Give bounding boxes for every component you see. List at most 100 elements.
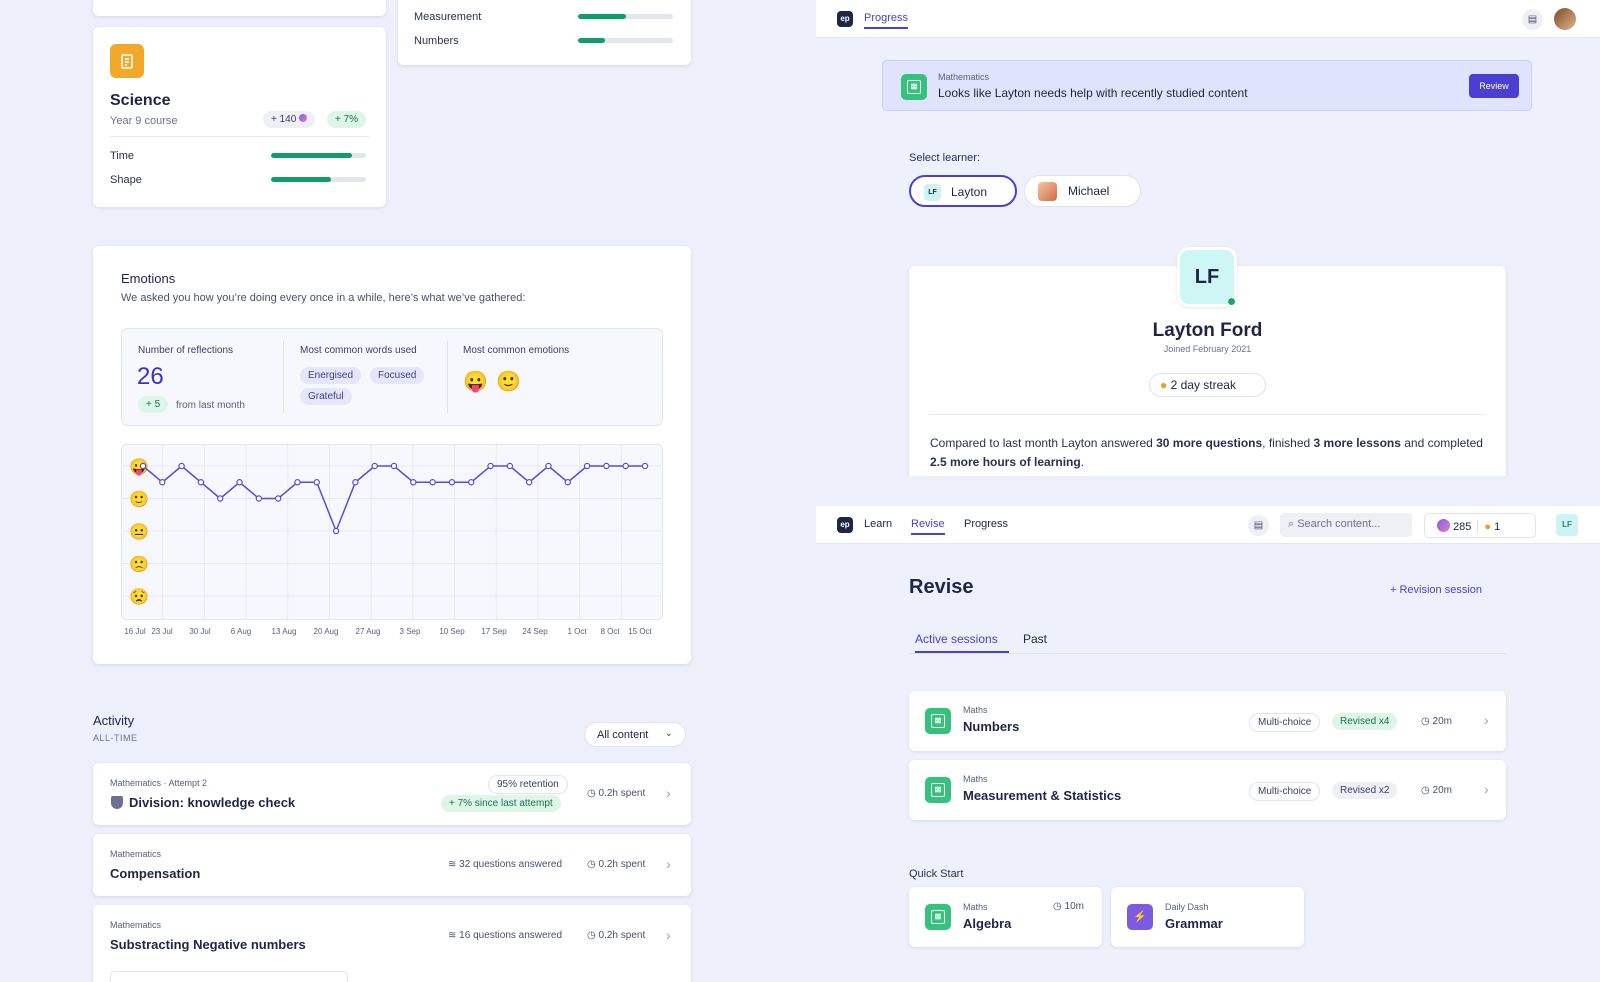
data-point — [525, 479, 533, 486]
previous-card-bottom — [93, 0, 386, 16]
activity-subject: Mathematics — [110, 920, 162, 930]
emotions-line-chart: 😛🙂😐🙁😟16 Jul 23 Jul 30 Jul 6 Aug 13 Aug 20 Aug… — [121, 444, 663, 636]
data-point — [506, 462, 514, 470]
x-tick-label: 16 Jul — [124, 627, 146, 636]
duration-text: 10m — [1064, 901, 1084, 912]
chevron-right-icon: › — [1484, 712, 1489, 728]
revision-session-row[interactable]: ⊠ Maths Measurement & Statistics Multi-c… — [909, 760, 1506, 820]
revise-screen: ep Learn Revise Progress ▤ ⌕ Search cont… — [816, 506, 1600, 982]
science-course-card[interactable]: Science Year 9 course + 140 + 7% Time Sh… — [93, 27, 386, 207]
points-badge: + 140 — [263, 111, 316, 128]
bar-label-shape: Shape — [110, 174, 142, 186]
chat-icon[interactable]: ▤ — [1248, 515, 1269, 536]
science-icon — [110, 44, 144, 78]
session-subject: Maths — [963, 705, 988, 715]
review-button[interactable]: Review — [1469, 74, 1519, 98]
summary-highlight: 3 more lessons — [1313, 436, 1401, 450]
activity-item[interactable]: Mathematics · Attempt 2 Division: knowle… — [93, 763, 691, 825]
clock-icon: ◷ — [587, 859, 599, 870]
summary-highlight: 2.5 more hours of learning — [930, 455, 1081, 469]
learner-name: Layton — [951, 185, 988, 199]
data-point — [352, 479, 359, 486]
top-nav: ep Learn Revise Progress ▤ ⌕ Search cont… — [816, 506, 1600, 544]
activity-item[interactable]: Mathematics Substracting Negative number… — [93, 905, 691, 982]
quick-start-card-algebra[interactable]: ⊠ Maths Algebra ◷ 10m — [909, 887, 1102, 947]
emotions-label: Most common emotions — [463, 345, 570, 356]
flame-icon: ● — [1160, 378, 1168, 392]
nav-progress[interactable]: Progress — [964, 518, 1008, 530]
data-point — [255, 495, 263, 502]
learner-chip-layton[interactable]: LF Layton — [909, 175, 1017, 207]
subject-progress-card[interactable]: Measurement Numbers — [398, 0, 691, 65]
chat-icon[interactable]: ▤ — [1522, 9, 1543, 30]
divider — [447, 341, 448, 413]
reflections-count: 26 — [137, 363, 164, 390]
app-logo-icon[interactable]: ep — [837, 517, 853, 533]
parent-progress-screen: ep Progress ▤ ⊠ Mathematics Looks like L… — [816, 0, 1600, 476]
session-title: Numbers — [963, 719, 1020, 734]
content-filter-dropdown[interactable]: All content ⌄ — [584, 722, 686, 747]
nav-progress[interactable]: Progress — [864, 12, 909, 29]
word-chip: Grateful — [300, 388, 352, 405]
x-tick-label: 10 Sep — [439, 627, 465, 636]
search-input[interactable]: ⌕ Search content... — [1280, 513, 1412, 537]
nested-card — [110, 971, 348, 982]
questions-text: 16 questions answered — [459, 930, 563, 941]
data-point — [583, 462, 591, 470]
revision-session-row[interactable]: ⊠ Maths Numbers Multi-choice Revised x4 … — [909, 691, 1506, 751]
data-point — [410, 479, 417, 486]
data-point — [159, 479, 166, 486]
learning-summary: Compared to last month Layton answered 3… — [930, 434, 1490, 472]
questions-answered: ≋ 16 questions answered — [448, 930, 562, 941]
duration-text: 20m — [1432, 785, 1452, 796]
quick-start-card-grammar[interactable]: ⚡ Daily Dash Grammar — [1111, 887, 1304, 947]
activity-title: Compensation — [110, 866, 201, 881]
points-streak-widget[interactable]: 285 │ ● 1 — [1424, 513, 1536, 538]
user-avatar[interactable] — [1554, 8, 1576, 30]
growth-badge: + 7% — [327, 111, 367, 128]
data-point — [622, 462, 629, 470]
x-tick-label: 3 Sep — [400, 627, 421, 636]
reflections-delta-note: from last month — [176, 400, 245, 411]
x-tick-label: 23 Jul — [151, 627, 173, 636]
x-tick-label: 24 Sep — [522, 627, 548, 636]
session-duration: ◷ 20m — [1421, 716, 1452, 727]
app-logo-icon[interactable]: ep — [837, 11, 853, 27]
data-point — [390, 462, 398, 470]
learner-full-name: Layton Ford — [1152, 320, 1263, 341]
chevron-right-icon: › — [1484, 781, 1489, 797]
gem-icon — [299, 114, 308, 122]
summary-highlight: 30 more questions — [1156, 436, 1263, 450]
x-tick-label: 17 Sep — [481, 627, 507, 636]
layers-icon: ≋ — [448, 859, 460, 870]
new-revision-session-button[interactable]: + Revision session — [1390, 584, 1482, 596]
emotion-emoji: 🙂 — [496, 371, 521, 393]
session-type-badge: Multi-choice — [1249, 713, 1321, 732]
tab-past[interactable]: Past — [1023, 632, 1047, 646]
tab-active-sessions[interactable]: Active sessions — [915, 632, 998, 653]
x-tick-label: 6 Aug — [231, 627, 251, 636]
clock-icon: ◷ — [1053, 901, 1065, 912]
time-spent: ◷ 0.2h spent — [587, 930, 645, 941]
reflections-delta: + 5 — [138, 396, 169, 413]
bar-label-measurement: Measurement — [414, 11, 482, 23]
activity-item[interactable]: Mathematics Compensation ≋ 32 questions … — [93, 834, 691, 896]
x-tick-label: 1 Oct — [567, 627, 587, 636]
x-tick-label: 30 Jul — [189, 627, 211, 636]
session-duration: ◷ 20m — [1421, 785, 1452, 796]
data-point — [429, 479, 436, 486]
learner-chip-michael[interactable]: Michael — [1024, 175, 1141, 207]
questions-answered: ≋ 32 questions answered — [448, 859, 562, 870]
learner-avatar — [1038, 182, 1057, 201]
activity-subtitle: ALL-TIME — [93, 733, 138, 743]
user-avatar[interactable]: LF — [1556, 514, 1578, 536]
quick-start-label: Quick Start — [909, 868, 964, 880]
bar-label-time: Time — [110, 150, 135, 162]
clock-icon: ◷ — [1421, 785, 1433, 796]
nav-revise[interactable]: Revise — [911, 518, 945, 535]
maths-icon: ⊠ — [925, 708, 951, 734]
streak-badge: ● 2 day streak — [1149, 373, 1266, 397]
summary-text: , finished — [1262, 436, 1314, 450]
progress-fill — [578, 14, 627, 19]
nav-learn[interactable]: Learn — [864, 518, 892, 530]
